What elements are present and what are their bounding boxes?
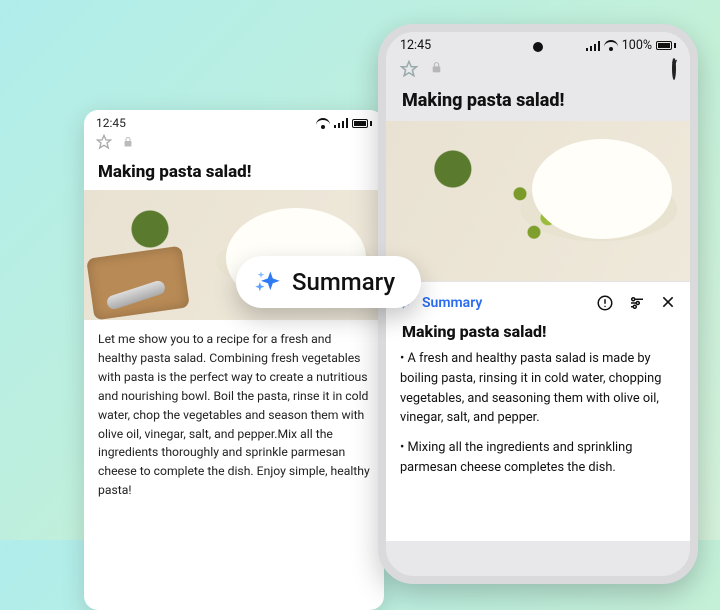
note-body: Let me show you to a recipe for a fresh …	[84, 320, 384, 510]
note-toolbar	[84, 132, 384, 156]
status-icons	[316, 118, 372, 129]
lock-icon	[430, 60, 443, 78]
summary-body: • A fresh and healthy pasta salad is mad…	[400, 349, 676, 478]
note-title: Making pasta salad!	[84, 156, 384, 190]
status-icons: 100%	[586, 38, 676, 53]
lock-icon	[122, 135, 134, 149]
battery-icon	[656, 41, 676, 50]
summary-title: Making pasta salad!	[400, 320, 676, 349]
phone-back: 12:45 Making pasta salad! Let me show yo…	[84, 110, 384, 610]
summary-header: Summary	[400, 292, 676, 320]
favorite-icon[interactable]	[400, 60, 418, 78]
summary-bullet: • Mixing all the ingredients and sprinkl…	[400, 438, 676, 478]
camera-cutout	[533, 42, 543, 52]
summary-pill[interactable]: Summary	[236, 256, 421, 308]
wifi-icon	[604, 40, 618, 51]
status-bar: 12:45	[84, 110, 384, 132]
adjust-button[interactable]	[628, 294, 646, 312]
phone-front: 12:45 100% Making pasta salad!	[378, 24, 698, 584]
signal-icon	[334, 118, 348, 128]
favorite-icon[interactable]	[96, 134, 112, 150]
refresh-icon	[672, 57, 676, 80]
summary-bullet: • A fresh and healthy pasta salad is mad…	[400, 349, 676, 428]
battery-icon	[352, 119, 372, 128]
close-button[interactable]	[660, 294, 676, 312]
signal-icon	[586, 41, 600, 51]
note-title: Making pasta salad!	[386, 84, 690, 121]
refresh-button[interactable]	[672, 59, 676, 78]
summary-label: Summary	[422, 295, 482, 311]
recipe-photo	[386, 121, 690, 281]
summary-pill-label: Summary	[292, 268, 395, 296]
info-button[interactable]	[596, 294, 614, 312]
battery-percent: 100%	[622, 38, 652, 53]
summary-panel: Summary Making pasta salad! • A fresh an…	[386, 281, 690, 541]
sparkle-icon	[254, 268, 282, 296]
wifi-icon	[316, 118, 330, 129]
clock: 12:45	[96, 116, 126, 130]
note-toolbar	[386, 55, 690, 84]
clock: 12:45	[400, 38, 431, 53]
